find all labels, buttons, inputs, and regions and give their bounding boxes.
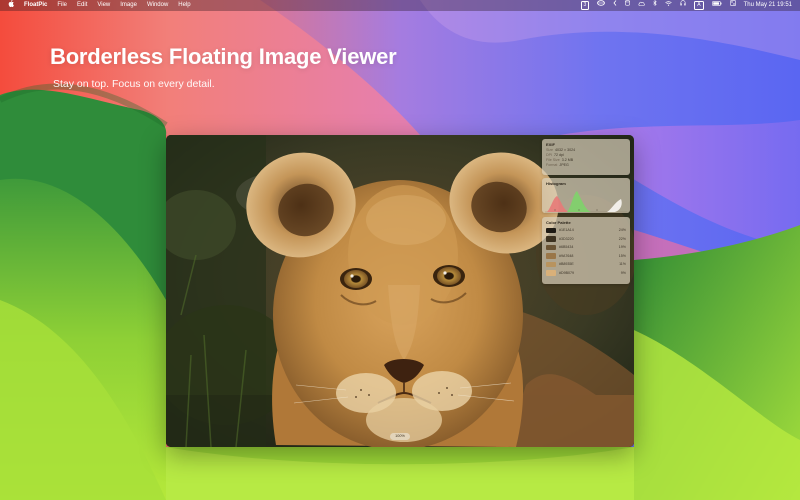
bluetooth-icon[interactable] [653, 0, 657, 11]
palette-swatch [546, 236, 556, 242]
palette-swatch [546, 261, 556, 267]
exif-value: 3.2 MB [561, 158, 574, 162]
exif-value: JPEG [559, 163, 569, 167]
exif-label: Size [546, 148, 553, 152]
menu-window[interactable]: Window [147, 0, 168, 11]
menu-help[interactable]: Help [178, 0, 190, 11]
chevron-left-icon[interactable] [613, 0, 617, 11]
histogram-blue-channel [607, 199, 622, 212]
swatch-percent: 15% [618, 253, 626, 258]
menu-file[interactable]: File [57, 0, 67, 11]
palette-swatch-row[interactable]: #3D3220 22% [542, 235, 630, 244]
palette-swatch-row[interactable]: #B8935E 11% [542, 260, 630, 269]
palette-swatch [546, 244, 556, 250]
apple-menu-icon[interactable] [8, 0, 14, 12]
exif-row-format: Format JPEG [542, 163, 630, 168]
color-palette-panel[interactable]: Color Palette #1E1A14 24% #3D3220 22% #6… [542, 217, 630, 284]
palette-swatch [546, 227, 556, 233]
swatch-hex: #1E1A14 [559, 228, 574, 233]
exif-panel[interactable]: EXIF Size 4032 × 3024 DPI 72 dpi File Size… [542, 139, 630, 175]
histogram-chart [545, 188, 627, 214]
swatch-percent: 24% [618, 228, 626, 233]
palette-swatch-row[interactable]: #1E1A14 24% [542, 226, 630, 235]
swatch-hex: #B8935E [559, 262, 574, 267]
menu-app-name[interactable]: FloatPic [24, 0, 47, 11]
database-icon[interactable] [625, 0, 631, 11]
histogram-green-channel [567, 191, 591, 212]
hero-subtitle: Stay on top. Focus on every detail. [53, 78, 215, 90]
menu-view[interactable]: View [97, 0, 110, 11]
wifi-icon[interactable] [665, 0, 673, 11]
swatch-hex: #3D3220 [559, 236, 574, 241]
control-center-icon[interactable] [729, 0, 736, 11]
battery-icon[interactable] [711, 0, 722, 11]
palette-swatch-row[interactable]: #6B5434 19% [542, 243, 630, 252]
swatch-percent: 11% [619, 262, 626, 267]
menu-image[interactable]: Image [120, 0, 137, 11]
menubar-clock[interactable]: Thu May 21 19:51 [744, 0, 792, 11]
histogram-red-channel [547, 196, 569, 212]
swatch-hex: #9A7648 [559, 253, 574, 258]
palette-swatch [546, 253, 556, 259]
menu-bar: FloatPic File Edit View Image Window Hel… [0, 0, 800, 11]
palette-swatch-row[interactable]: #9A7648 15% [542, 252, 630, 261]
headphones-icon[interactable] [680, 0, 686, 11]
cloud-icon[interactable] [638, 0, 646, 11]
palette-swatch [546, 270, 556, 276]
swatch-percent: 19% [618, 245, 626, 250]
palette-title: Color Palette [546, 220, 571, 225]
histogram-panel[interactable]: Histogram [542, 178, 630, 213]
histogram-title: Histogram [546, 181, 566, 186]
swatch-hex: #D9B079 [559, 270, 574, 275]
exif-value: 4032 × 3024 [555, 148, 576, 152]
hero-title: Borderless Floating Image Viewer [50, 44, 397, 69]
input-source-indicator[interactable]: A [694, 1, 704, 10]
swatch-percent: 9% [620, 270, 626, 275]
swatch-hex: #6B5434 [559, 245, 574, 250]
palette-swatch-row[interactable]: #D9B079 9% [542, 269, 630, 278]
exif-label: Format [546, 163, 558, 167]
exif-title: EXIF [546, 142, 555, 147]
exif-label: File Size [546, 158, 560, 162]
spaces-indicator[interactable]: 3 [580, 1, 590, 10]
exif-label: DPI [546, 153, 552, 157]
exif-value: 72 dpi [554, 153, 564, 157]
display-icon[interactable] [597, 0, 606, 11]
menu-edit[interactable]: Edit [77, 0, 87, 11]
zoom-level-indicator[interactable]: 100% [390, 433, 410, 440]
swatch-percent: 22% [618, 236, 626, 241]
